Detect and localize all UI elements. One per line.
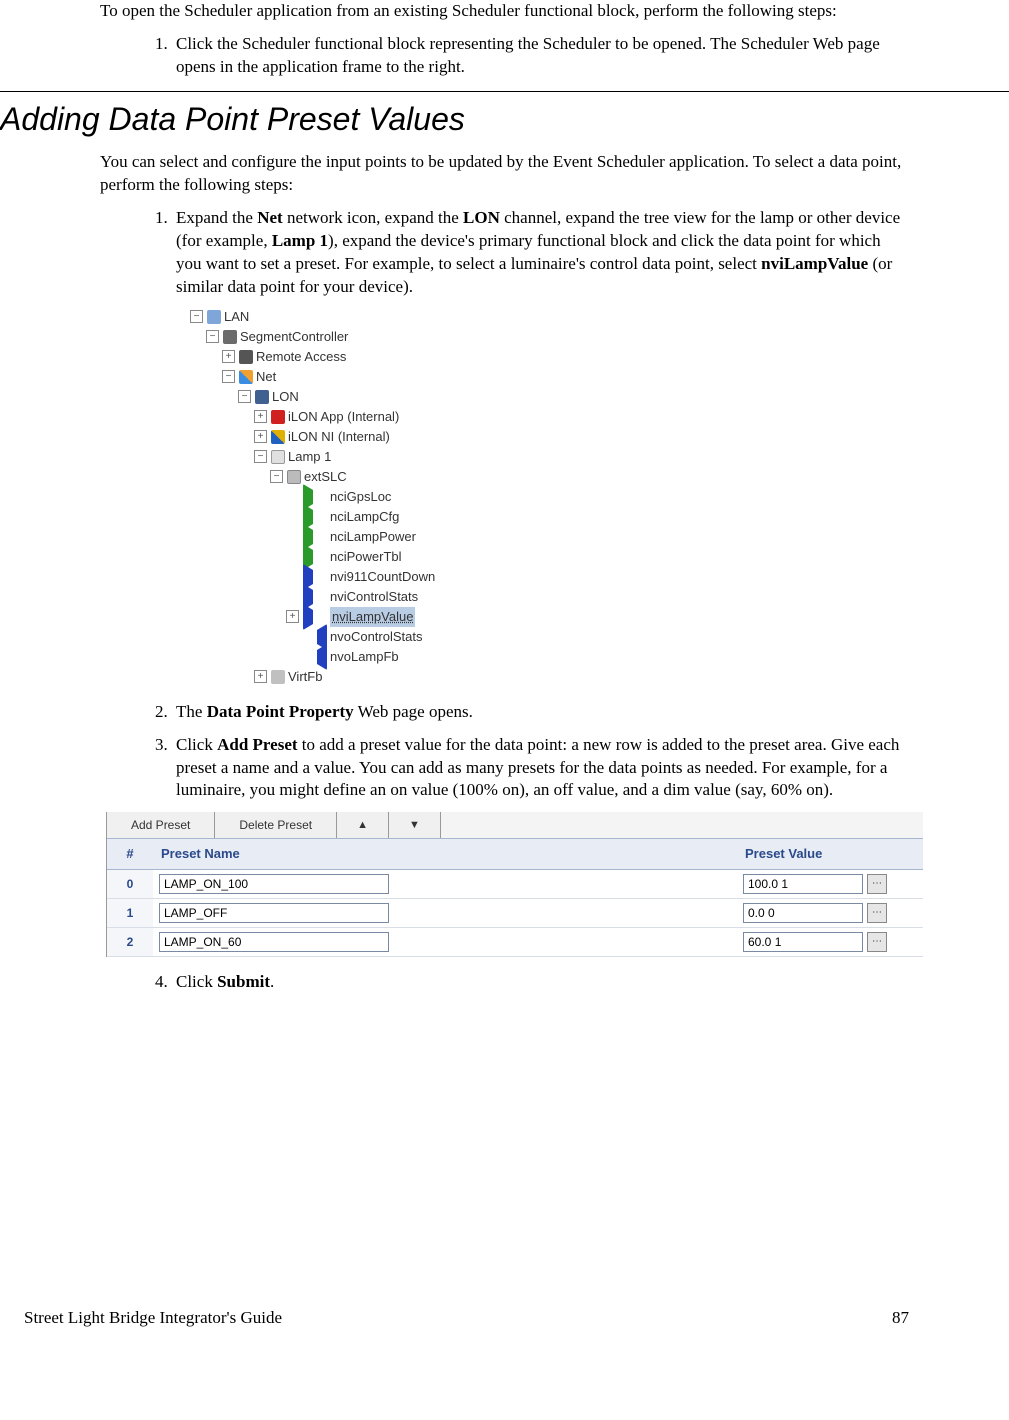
preset-name-input[interactable] [159, 903, 389, 923]
col-index: # [107, 839, 153, 869]
tree-node-ext[interactable]: −extSLC [190, 467, 909, 487]
add-preset-button[interactable]: Add Preset [107, 812, 215, 838]
tree-node-net[interactable]: −Net [190, 367, 909, 387]
section-rule [0, 91, 1009, 92]
intro-paragraph: To open the Scheduler application from a… [100, 0, 909, 23]
preset-name-input[interactable] [159, 932, 389, 952]
lon-icon [255, 390, 269, 404]
tree-node-virtfb[interactable]: +VirtFb [190, 667, 909, 687]
preset-toolbar: Add Preset Delete Preset ▲ ▼ [107, 812, 923, 839]
preset-table: # Preset Name Preset Value 0⋯1⋯2⋯ [107, 839, 923, 957]
preset-name-input[interactable] [159, 874, 389, 894]
tree-node-nviControlStats[interactable]: nviControlStats [190, 587, 909, 607]
preset-value-input[interactable] [743, 874, 863, 894]
adding-steps: Expand the Net network icon, expand the … [100, 207, 909, 994]
tree-view: −LAN −SegmentController +Remote Access −… [190, 307, 909, 687]
lan-icon [207, 310, 221, 324]
table-row: 0⋯ [107, 869, 923, 898]
ext-icon [287, 470, 301, 484]
row-index: 2 [107, 927, 153, 956]
intro-steps: Click the Scheduler functional block rep… [100, 33, 909, 79]
tree-node-nciGpsLoc[interactable]: nciGpsLoc [190, 487, 909, 507]
table-row: 1⋯ [107, 898, 923, 927]
delete-preset-button[interactable]: Delete Preset [215, 812, 337, 838]
app-icon [271, 410, 285, 424]
tree-node-remote[interactable]: +Remote Access [190, 347, 909, 367]
lamp-icon [271, 450, 285, 464]
col-name: Preset Name [153, 839, 737, 869]
tree-node-nciPowerTbl[interactable]: nciPowerTbl [190, 547, 909, 567]
remote-icon [239, 350, 253, 364]
table-row: 2⋯ [107, 927, 923, 956]
move-down-button[interactable]: ▼ [389, 812, 441, 838]
tree-node-lan[interactable]: −LAN [190, 307, 909, 327]
footer-page: 87 [892, 1307, 909, 1330]
page-footer: Street Light Bridge Integrator's Guide 8… [0, 1307, 1009, 1330]
value-picker-button[interactable]: ⋯ [867, 874, 887, 894]
tree-node-nciLampCfg[interactable]: nciLampCfg [190, 507, 909, 527]
col-value: Preset Value [737, 839, 923, 869]
tree-node-lon[interactable]: −LON [190, 387, 909, 407]
row-index: 0 [107, 869, 153, 898]
virtfb-icon [271, 670, 285, 684]
row-index: 1 [107, 898, 153, 927]
tree-node-nvoLampFb[interactable]: nvoLampFb [190, 647, 909, 667]
move-up-button[interactable]: ▲ [337, 812, 389, 838]
tree-node-lamp[interactable]: −Lamp 1 [190, 447, 909, 467]
tree-node-app[interactable]: +iLON App (Internal) [190, 407, 909, 427]
tree-node-nvoControlStats[interactable]: nvoControlStats [190, 627, 909, 647]
adding-step-3: Click Add Preset to add a preset value f… [172, 734, 909, 957]
preset-value-input[interactable] [743, 932, 863, 952]
tree-node-nciLampPower[interactable]: nciLampPower [190, 527, 909, 547]
preset-panel: Add Preset Delete Preset ▲ ▼ # Preset Na… [106, 812, 923, 957]
section-heading: Adding Data Point Preset Values [0, 98, 909, 141]
footer-title: Street Light Bridge Integrator's Guide [24, 1307, 282, 1330]
tree-node-segment[interactable]: −SegmentController [190, 327, 909, 347]
adding-paragraph: You can select and configure the input p… [100, 151, 909, 197]
intro-step-1: Click the Scheduler functional block rep… [172, 33, 909, 79]
value-picker-button[interactable]: ⋯ [867, 932, 887, 952]
segment-icon [223, 330, 237, 344]
adding-step-1: Expand the Net network icon, expand the … [172, 207, 909, 687]
value-picker-button[interactable]: ⋯ [867, 903, 887, 923]
tree-node-nviLampValue[interactable]: +nviLampValue [190, 607, 909, 627]
adding-step-4: Click Submit. [172, 971, 909, 994]
ni-icon [271, 430, 285, 444]
adding-step-2: The Data Point Property Web page opens. [172, 701, 909, 724]
tree-node-ni[interactable]: +iLON NI (Internal) [190, 427, 909, 447]
net-icon [239, 370, 253, 384]
tree-node-nvi911CountDown[interactable]: nvi911CountDown [190, 567, 909, 587]
preset-value-input[interactable] [743, 903, 863, 923]
